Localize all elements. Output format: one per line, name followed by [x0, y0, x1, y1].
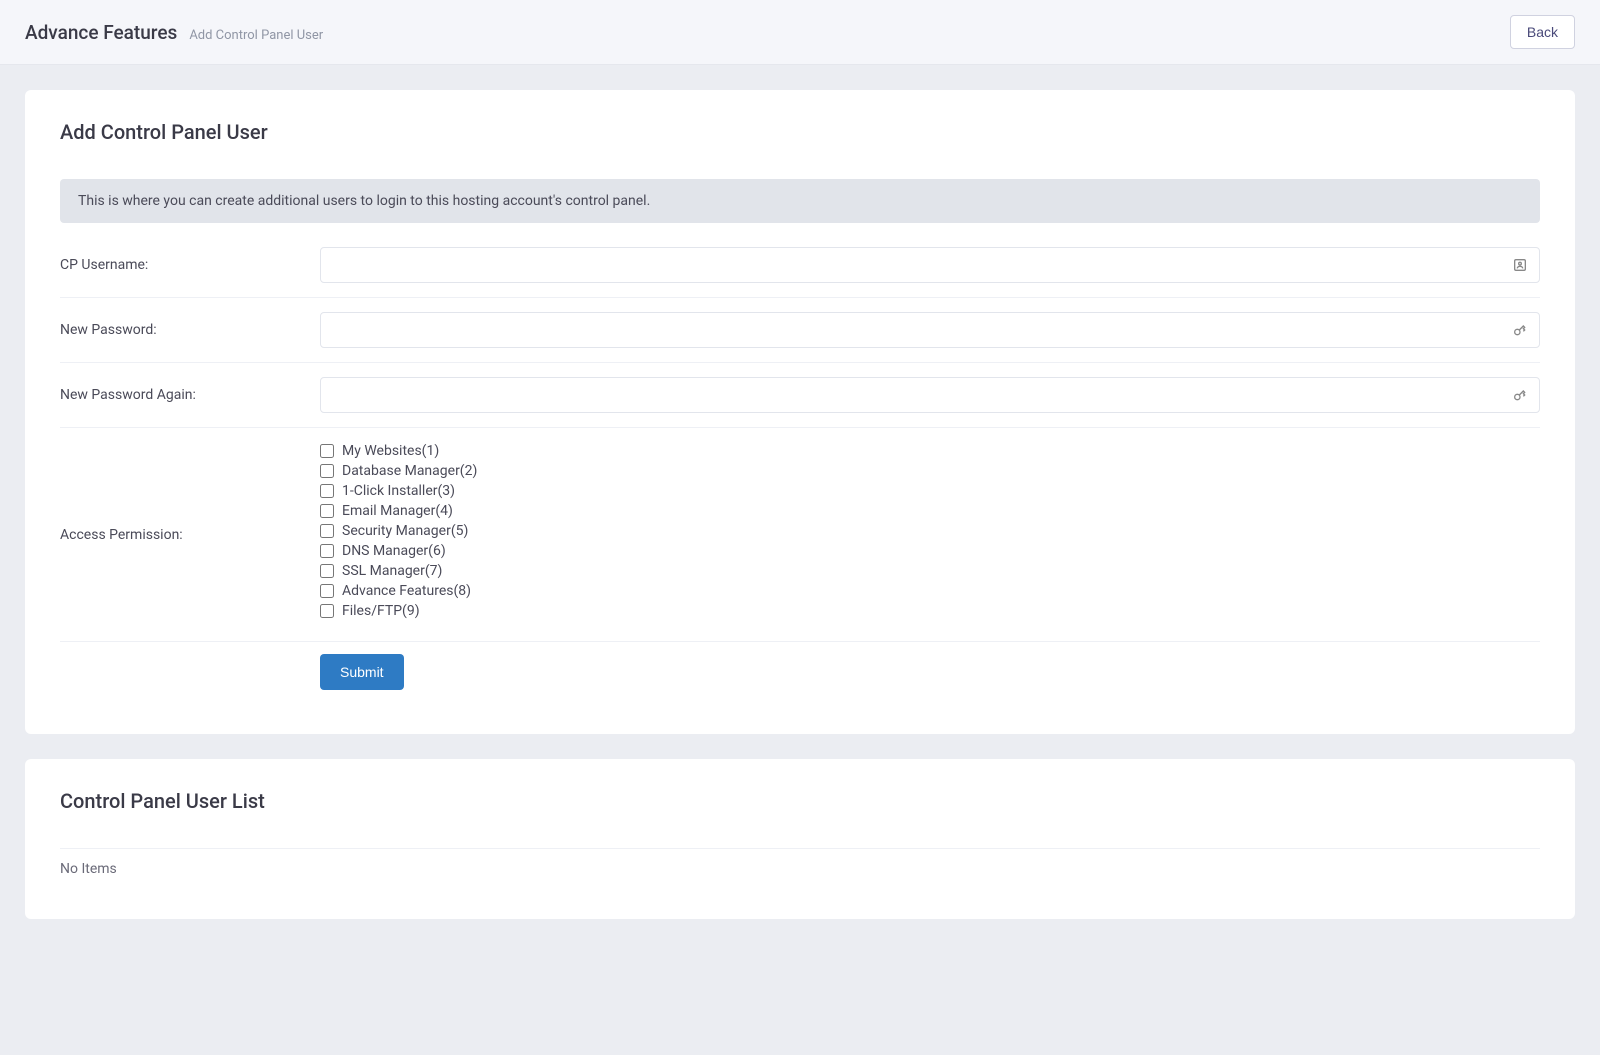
permission-item-installer[interactable]: 1-Click Installer(3) [320, 482, 1540, 500]
permission-checkbox[interactable] [320, 604, 334, 618]
permission-checkbox[interactable] [320, 484, 334, 498]
permission-checkbox-list: My Websites(1) Database Manager(2) 1-Cli… [320, 442, 1540, 620]
permission-label: DNS Manager(6) [342, 543, 446, 559]
permission-label: Email Manager(4) [342, 503, 453, 519]
permission-checkbox[interactable] [320, 444, 334, 458]
submit-button[interactable]: Submit [320, 654, 404, 690]
permission-checkbox[interactable] [320, 524, 334, 538]
permission-item-advance-features[interactable]: Advance Features(8) [320, 582, 1540, 600]
permission-item-security-manager[interactable]: Security Manager(5) [320, 522, 1540, 540]
permission-label: Security Manager(5) [342, 523, 468, 539]
permission-item-email-manager[interactable]: Email Manager(4) [320, 502, 1540, 520]
key-icon [1512, 387, 1528, 403]
form-row-permissions: Access Permission: My Websites(1) Databa… [60, 428, 1540, 642]
label-new-password: New Password: [60, 322, 320, 338]
permission-checkbox[interactable] [320, 564, 334, 578]
permission-item-dns-manager[interactable]: DNS Manager(6) [320, 542, 1540, 560]
card-title: Control Panel User List [60, 789, 1540, 813]
permission-checkbox[interactable] [320, 504, 334, 518]
permission-checkbox[interactable] [320, 544, 334, 558]
info-banner: This is where you can create additional … [60, 179, 1540, 223]
add-user-card: Add Control Panel User This is where you… [25, 90, 1575, 734]
form-row-submit: Submit [60, 642, 1540, 704]
header-bar: Advance Features Add Control Panel User … [0, 0, 1600, 65]
permission-label: 1-Click Installer(3) [342, 483, 455, 499]
label-new-password-again: New Password Again: [60, 387, 320, 403]
label-cp-username: CP Username: [60, 257, 320, 273]
permission-item-ssl-manager[interactable]: SSL Manager(7) [320, 562, 1540, 580]
form-row-password: New Password: [60, 298, 1540, 363]
page-title: Advance Features [25, 21, 177, 44]
user-list-card: Control Panel User List No Items [25, 759, 1575, 919]
new-password-input[interactable] [320, 312, 1540, 348]
permission-label: SSL Manager(7) [342, 563, 442, 579]
permission-label: Files/FTP(9) [342, 603, 420, 619]
permission-item-database-manager[interactable]: Database Manager(2) [320, 462, 1540, 480]
card-title: Add Control Panel User [60, 120, 1540, 144]
form-row-password-again: New Password Again: [60, 363, 1540, 428]
key-icon [1512, 322, 1528, 338]
cp-username-input[interactable] [320, 247, 1540, 283]
permission-checkbox[interactable] [320, 584, 334, 598]
new-password-again-input[interactable] [320, 377, 1540, 413]
back-button[interactable]: Back [1510, 15, 1575, 49]
permission-label: My Websites(1) [342, 443, 439, 459]
contact-card-icon [1512, 257, 1528, 273]
form-row-username: CP Username: [60, 233, 1540, 298]
permission-checkbox[interactable] [320, 464, 334, 478]
permission-label: Advance Features(8) [342, 583, 471, 599]
permission-item-my-websites[interactable]: My Websites(1) [320, 442, 1540, 460]
permission-item-files-ftp[interactable]: Files/FTP(9) [320, 602, 1540, 620]
label-access-permission: Access Permission: [60, 442, 320, 627]
permission-label: Database Manager(2) [342, 463, 477, 479]
breadcrumb: Add Control Panel User [189, 28, 323, 43]
empty-list-text: No Items [60, 849, 1540, 889]
